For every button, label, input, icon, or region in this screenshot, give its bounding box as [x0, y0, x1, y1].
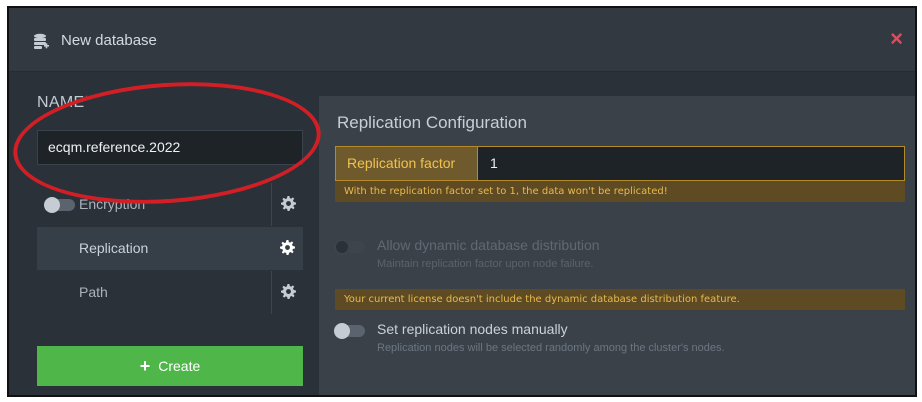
encryption-toggle[interactable] [44, 197, 75, 213]
option-row-path[interactable]: Path [37, 271, 303, 314]
manual-nodes-toggle[interactable] [334, 323, 365, 339]
manual-nodes-description: Replication nodes will be selected rando… [377, 342, 725, 354]
replication-settings-button[interactable] [271, 227, 303, 270]
dynamic-distribution-description: Maintain replication factor upon node fa… [377, 258, 594, 270]
create-button[interactable]: + Create [37, 346, 303, 386]
dialog-header: New database × [9, 8, 915, 72]
close-icon[interactable]: × [890, 28, 903, 50]
database-add-icon [34, 33, 49, 49]
name-label: NAME* [37, 94, 90, 111]
replication-configuration-panel: Replication Configuration Replication fa… [319, 96, 915, 395]
option-label-path: Path [79, 284, 108, 300]
replication-factor-warning: With the replication factor set to 1, th… [335, 181, 905, 202]
encryption-settings-button[interactable] [271, 183, 303, 226]
option-row-encryption[interactable]: Encryption [37, 183, 303, 226]
option-label-replication: Replication [79, 240, 149, 256]
replication-factor-input[interactable]: 1 [490, 147, 498, 180]
dialog-title: New database [61, 32, 157, 49]
gear-icon [281, 196, 296, 211]
replication-factor-field[interactable]: Replication factor 1 [335, 146, 905, 181]
database-name-input[interactable]: ecqm.reference.2022 [37, 130, 303, 165]
replication-factor-label: Replication factor [336, 147, 478, 180]
required-mark: * [84, 94, 90, 106]
dynamic-distribution-option: Allow dynamic database distribution Main… [334, 237, 905, 277]
new-database-dialog: New database × NAME* ecqm.reference.2022… [7, 6, 917, 397]
license-warning: Your current license doesn't include the… [335, 289, 905, 310]
manual-nodes-option[interactable]: Set replication nodes manually Replicati… [334, 321, 905, 361]
gear-icon [281, 284, 296, 299]
gear-icon [280, 240, 295, 255]
replication-configuration-title: Replication Configuration [337, 113, 527, 132]
dynamic-distribution-toggle [334, 239, 365, 255]
dynamic-distribution-label: Allow dynamic database distribution [377, 237, 600, 253]
create-button-label: Create [158, 358, 201, 374]
manual-nodes-label: Set replication nodes manually [377, 321, 568, 337]
option-label-encryption: Encryption [79, 196, 146, 212]
plus-icon: + [139, 356, 151, 376]
option-row-replication[interactable]: Replication [37, 227, 303, 270]
path-settings-button[interactable] [271, 271, 303, 314]
database-settings-panel: NAME* ecqm.reference.2022 Encryption Rep… [9, 73, 319, 395]
